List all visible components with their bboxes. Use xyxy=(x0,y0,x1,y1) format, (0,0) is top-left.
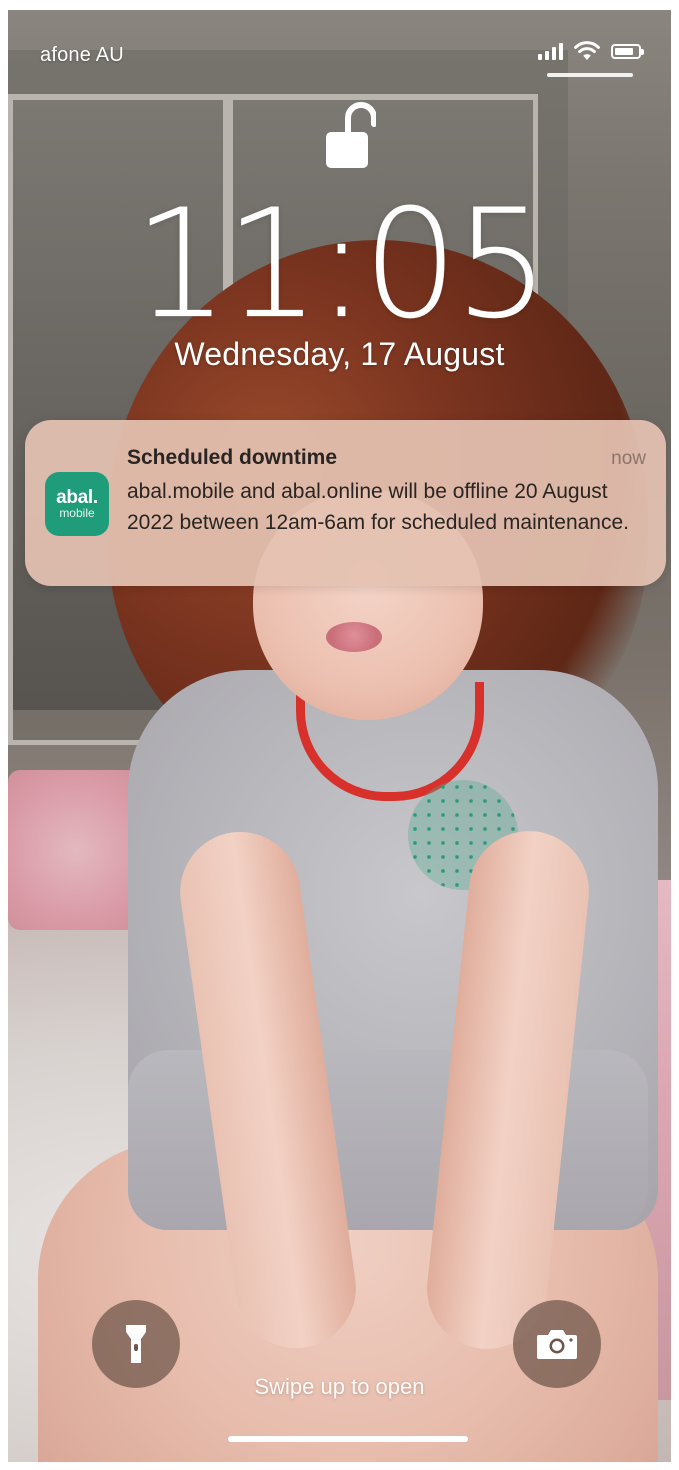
battery-icon xyxy=(611,43,644,59)
notification-body: abal.mobile and abal.online will be offl… xyxy=(127,480,629,534)
notification-card[interactable]: abal. mobile Scheduled downtime now abal… xyxy=(25,420,666,586)
carrier-name: afone AU xyxy=(40,44,124,66)
clock-time: 11:05 xyxy=(133,178,550,352)
lock-screen: afone AU 11:05 Wednesday, 17 August abal… xyxy=(8,10,671,1462)
unlocked-padlock-icon xyxy=(326,102,376,168)
app-icon-brand: abal. xyxy=(56,486,98,508)
notification-time: now xyxy=(611,448,646,469)
home-indicator[interactable] xyxy=(228,1436,468,1442)
clock-date: Wednesday, 17 August xyxy=(174,336,505,372)
swipe-up-hint: Swipe up to open xyxy=(254,1374,425,1399)
wallpaper-lips xyxy=(326,622,382,652)
notification-title: Scheduled downtime xyxy=(127,446,338,469)
camera-icon xyxy=(537,1330,577,1359)
signal-icon xyxy=(538,42,563,60)
control-center-indicator[interactable] xyxy=(547,73,633,77)
wifi-icon xyxy=(574,41,600,60)
flashlight-icon xyxy=(126,1325,146,1363)
app-icon-sub: mobile xyxy=(59,505,95,520)
status-icons[interactable] xyxy=(538,40,644,62)
abal-app-icon: abal. mobile xyxy=(45,472,109,536)
